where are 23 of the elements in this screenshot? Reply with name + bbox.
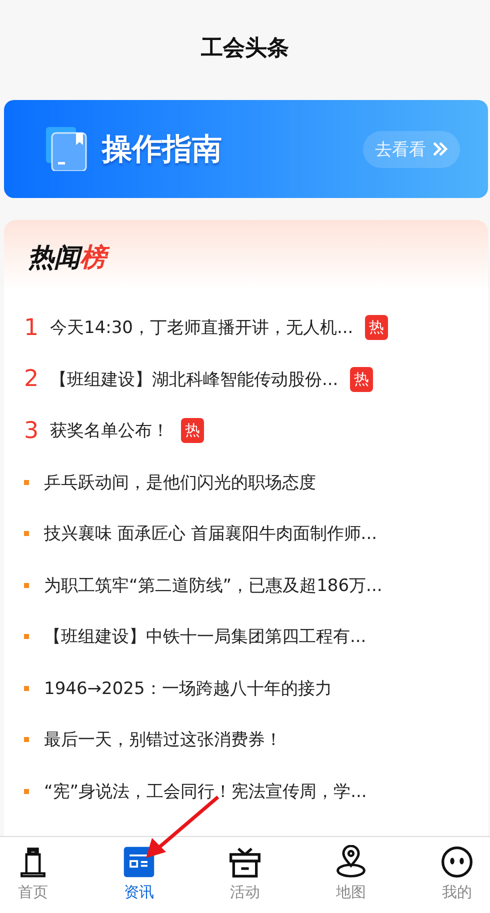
news-headline[interactable]: 【班组建设】湖北科峰智能传动股份... (50, 368, 338, 391)
hot-tag: 热 (181, 418, 204, 444)
news-headline[interactable]: 为职工筑牢“第二道防线”，已惠及超186万... (44, 574, 382, 597)
guide-banner[interactable]: 操作指南 去看看 (4, 100, 488, 198)
nav-tab[interactable]: 地图 (326, 837, 376, 913)
nav-tab[interactable]: 活动 (220, 837, 270, 913)
news-headline[interactable]: 最后一天，别错过这张消费券！ (44, 728, 282, 752)
news-headline[interactable]: 【班组建设】中铁十一局集团第四工程有... (44, 625, 366, 648)
page-title: 工会头条 (201, 35, 289, 63)
news-headline[interactable]: 技兴襄味 面承匠心 首届襄阳牛肉面制作师... (44, 522, 378, 546)
news-headline[interactable]: 乒乓跃动间，是他们闪光的职场态度 (44, 470, 316, 494)
news-headline[interactable]: 获奖名单公布！ (50, 419, 169, 442)
hot-tag: 热 (350, 366, 374, 392)
news-headline[interactable]: 今天14:30，丁老师直播开讲，无人机... (50, 316, 354, 340)
hot-tag: 热 (365, 315, 388, 340)
nav-tab[interactable]: 首页 (8, 837, 58, 913)
news-headline[interactable]: “宪”身说法，工会同行！宪法宣传周，学... (44, 780, 367, 803)
rank-number: 2 (24, 366, 40, 392)
nav-tab[interactable]: 我的 (432, 837, 482, 913)
banner-title: 操作指南 (102, 130, 223, 168)
rank-number: 3 (24, 418, 40, 444)
news-headline[interactable]: 1946→2025：一场跨越八十年的接力 (44, 676, 332, 700)
rank-number: 1 (24, 314, 40, 341)
